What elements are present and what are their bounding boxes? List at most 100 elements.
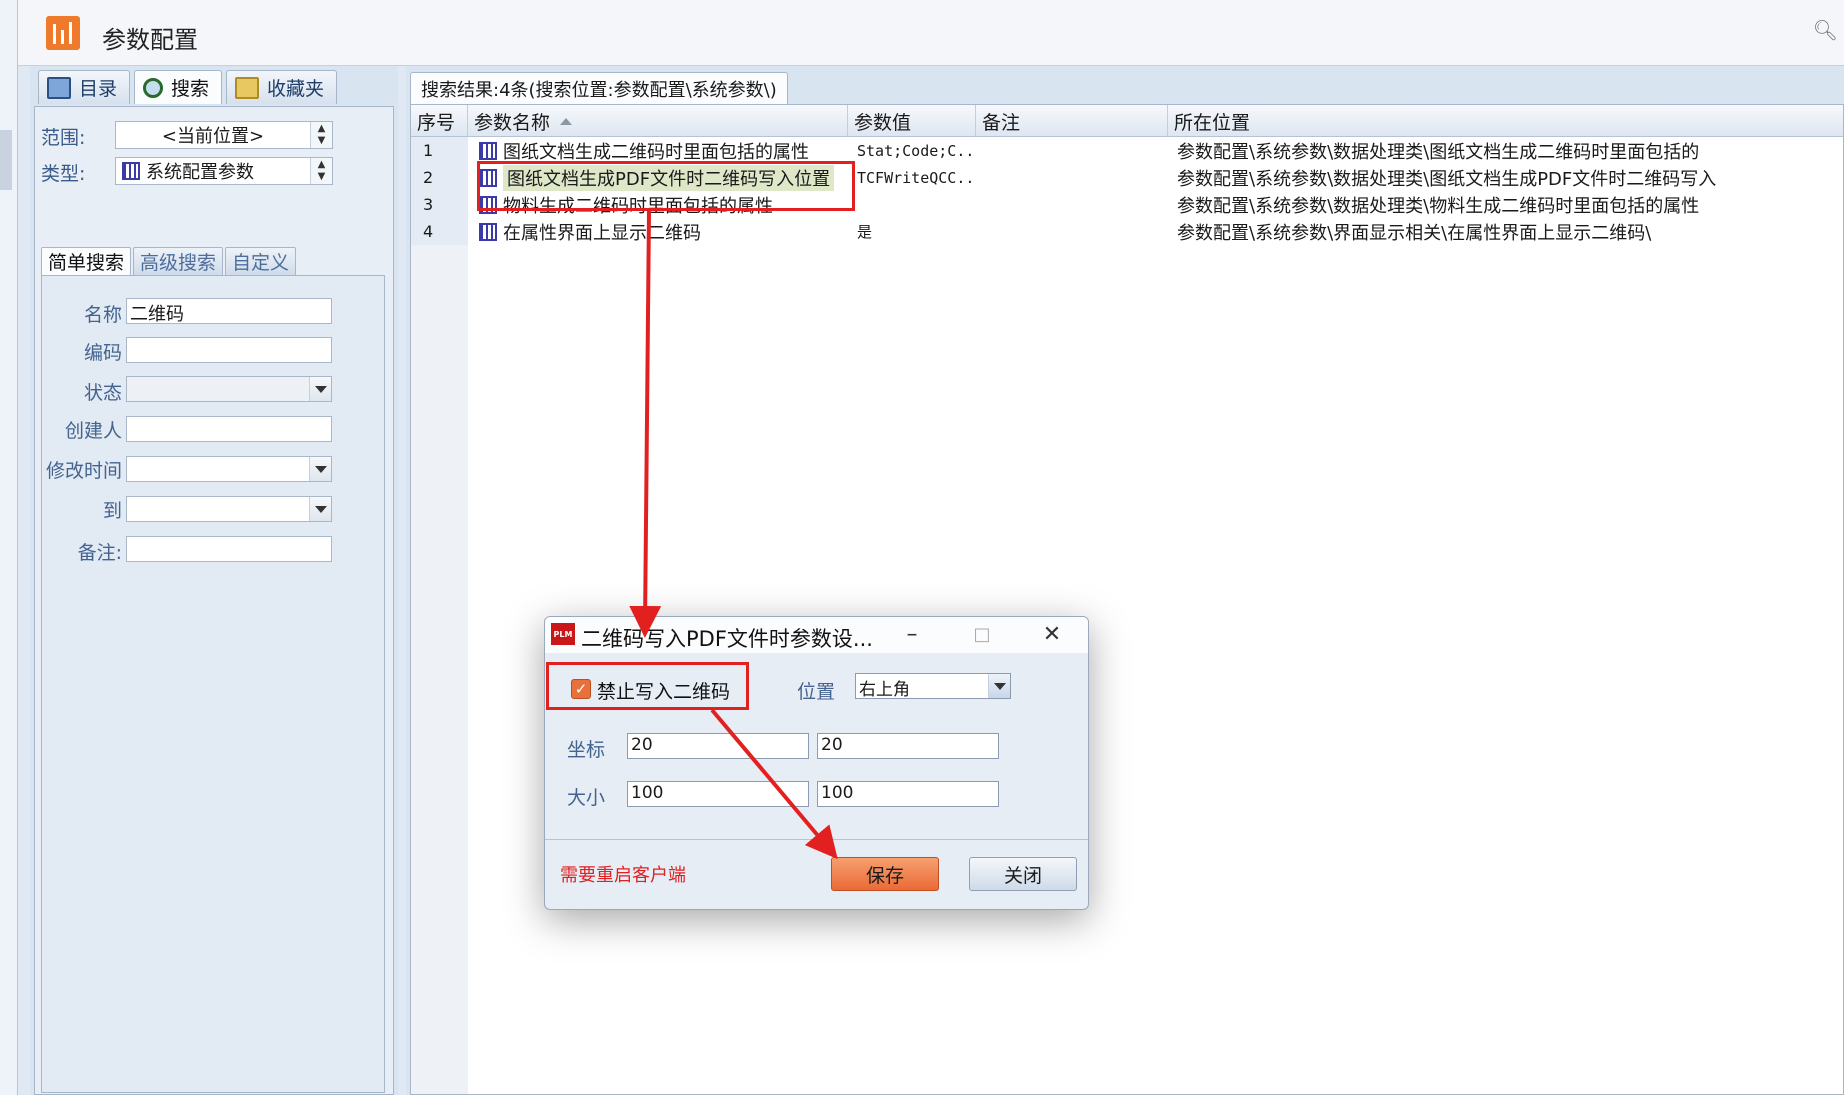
scope-label: 范围: xyxy=(41,127,86,149)
code-label: 编码 xyxy=(83,342,122,364)
close-icon[interactable]: ✕ xyxy=(1035,621,1069,649)
type-select[interactable]: 系统配置参数 ▲ ▼ xyxy=(115,157,333,185)
row-value: 是 xyxy=(857,223,873,241)
tab-favorites-label: 收藏夹 xyxy=(267,78,325,100)
restart-warning: 需要重启客户端 xyxy=(560,865,686,886)
search-icon[interactable]: 🔍︎ xyxy=(1813,18,1838,42)
highlight-box-row xyxy=(477,161,855,211)
sort-ascending-icon xyxy=(560,117,573,125)
highlight-box-checkbox xyxy=(546,662,749,710)
row-location: 参数配置\系统参数\界面显示相关\在属性界面上显示二维码\ xyxy=(1177,222,1652,244)
table-header: 序号 参数名称 参数值 备注 所在位置 xyxy=(411,105,1843,137)
save-button[interactable]: 保存 xyxy=(831,857,939,891)
app-title: 参数配置 xyxy=(102,26,198,54)
size-width-input[interactable]: 100 xyxy=(627,781,809,807)
chevron-down-icon[interactable] xyxy=(309,377,331,401)
column-header-index[interactable]: 序号 xyxy=(411,105,468,137)
row-name: 在属性界面上显示二维码 xyxy=(503,222,701,244)
grid-table-icon xyxy=(122,162,140,180)
row-location: 参数配置\系统参数\数据处理类\图纸文档生成二维码时里面包括的 xyxy=(1177,141,1700,163)
name-label: 名称 xyxy=(83,304,122,326)
creator-input[interactable] xyxy=(126,416,332,442)
row-index: 1 xyxy=(411,137,468,164)
type-label: 类型: xyxy=(41,163,86,185)
tab-catalog-label: 目录 xyxy=(79,78,118,100)
folder-star-icon xyxy=(235,76,260,99)
column-header-location[interactable]: 所在位置 xyxy=(1168,105,1843,137)
search-panel: 范围: <当前位置> ▲ ▼ 类型: 系统配置参数 ▲ ▼ 简单搜索 高级搜索 自定… xyxy=(34,106,394,1095)
creator-label: 创建人 xyxy=(64,420,122,442)
type-spinner-icon[interactable]: ▲ ▼ xyxy=(310,158,332,184)
modified-date-select[interactable] xyxy=(126,456,332,482)
left-panel: 目录 搜索 收藏夹 范围: <当前位置> ▲ ▼ 类型: 系统配置参数 ▲ ▼ 简单… xyxy=(30,66,398,1095)
position-select[interactable]: 右上角 xyxy=(855,673,1011,700)
row-value: TCFWriteQCC... xyxy=(857,168,977,187)
chevron-down-icon[interactable] xyxy=(309,457,331,481)
column-header-value[interactable]: 参数值 xyxy=(848,105,976,137)
settings-sliders-icon xyxy=(46,16,80,50)
tab-custom[interactable]: 自定义 xyxy=(225,247,297,275)
app-titlebar: 参数配置 🔍︎ xyxy=(18,0,1844,66)
dialog-separator xyxy=(545,839,1088,840)
row-index: 3 xyxy=(411,191,468,218)
row-location: 参数配置\系统参数\数据处理类\物料生成二维码时里面包括的属性 xyxy=(1177,195,1700,217)
tab-favorites[interactable]: 收藏夹 xyxy=(226,70,338,104)
row-name-cell: 在属性界面上显示二维码 xyxy=(473,218,843,245)
tab-advanced-search[interactable]: 高级搜索 xyxy=(133,247,224,275)
coord-x-input[interactable]: 20 xyxy=(627,733,809,759)
dialog-title: 二维码写入PDF文件时参数设... xyxy=(581,627,873,651)
scope-spinner-icon[interactable]: ▲ ▼ xyxy=(310,122,332,148)
coord-y-input[interactable]: 20 xyxy=(817,733,999,759)
column-header-name-label: 参数名称 xyxy=(474,111,551,134)
simple-search-form: 名称 二维码 编码 状态 创建人 修改时间 到 备注: xyxy=(41,275,385,1093)
chevron-down-icon[interactable] xyxy=(988,674,1010,698)
name-input[interactable]: 二维码 xyxy=(126,298,332,325)
row-index: 4 xyxy=(411,218,468,245)
row-name-cell: 图纸文档生成二维码时里面包括的属性 xyxy=(473,137,843,164)
status-select[interactable] xyxy=(126,376,332,402)
grid-table-icon xyxy=(479,141,497,160)
column-header-note[interactable]: 备注 xyxy=(976,105,1168,137)
edge-marker xyxy=(0,130,12,190)
position-label: 位置 xyxy=(797,681,836,703)
size-label: 大小 xyxy=(567,787,606,809)
row-name: 图纸文档生成二维码时里面包括的属性 xyxy=(503,141,809,163)
scope-value: <当前位置> xyxy=(161,126,265,147)
left-tab-strip: 目录 搜索 收藏夹 xyxy=(38,70,338,106)
tab-search-results[interactable]: 搜索结果:4条(搜索位置:参数配置\系统参数\) xyxy=(410,72,788,104)
note-label: 备注: xyxy=(77,542,122,564)
results-table: 序号 参数名称 参数值 备注 所在位置 1 图纸文档生成二维码时里面包括的属性 … xyxy=(410,104,1844,1095)
row-location: 参数配置\系统参数\数据处理类\图纸文档生成PDF文件时二维码写入 xyxy=(1177,168,1717,190)
monitor-icon xyxy=(47,76,71,99)
search-mode-tabs: 简单搜索 高级搜索 自定义 xyxy=(41,247,297,275)
position-value: 右上角 xyxy=(859,680,910,700)
coord-label: 坐标 xyxy=(567,739,606,761)
minimize-icon[interactable]: – xyxy=(895,621,929,649)
status-label: 状态 xyxy=(83,382,122,404)
to-label: 到 xyxy=(102,500,122,522)
row-value: Stat;Code;C... xyxy=(857,141,977,160)
size-height-input[interactable]: 100 xyxy=(817,781,999,807)
maximize-icon: □ xyxy=(973,624,991,645)
tab-simple-search[interactable]: 简单搜索 xyxy=(41,247,132,275)
column-header-name[interactable]: 参数名称 xyxy=(468,105,848,137)
note-input[interactable] xyxy=(126,536,332,562)
to-date-select[interactable] xyxy=(126,496,332,522)
window-edge-strip xyxy=(0,0,18,1095)
qr-pdf-settings-dialog: PLM 二维码写入PDF文件时参数设... – □ ✕ ✓ 禁止写入二维码 位置… xyxy=(544,616,1089,910)
tab-catalog[interactable]: 目录 xyxy=(38,70,131,104)
table-row[interactable]: 1 图纸文档生成二维码时里面包括的属性 Stat;Code;C... 参数配置\… xyxy=(411,137,1843,164)
magnifier-icon xyxy=(143,77,164,98)
grid-table-icon xyxy=(479,222,497,241)
tab-search[interactable]: 搜索 xyxy=(134,70,223,104)
type-value: 系统配置参数 xyxy=(146,162,254,183)
table-row[interactable]: 4 在属性界面上显示二维码 是 参数配置\系统参数\界面显示相关\在属性界面上显… xyxy=(411,218,1843,245)
close-button[interactable]: 关闭 xyxy=(969,857,1077,891)
chevron-down-icon[interactable] xyxy=(309,497,331,521)
scope-select[interactable]: <当前位置> ▲ ▼ xyxy=(115,121,333,149)
row-value xyxy=(857,191,977,218)
results-panel: 搜索结果:4条(搜索位置:参数配置\系统参数\) 序号 参数名称 参数值 备注 … xyxy=(406,66,1844,1095)
row-index: 2 xyxy=(411,164,468,191)
plm-app-icon: PLM xyxy=(551,623,575,645)
code-input[interactable] xyxy=(126,337,332,363)
